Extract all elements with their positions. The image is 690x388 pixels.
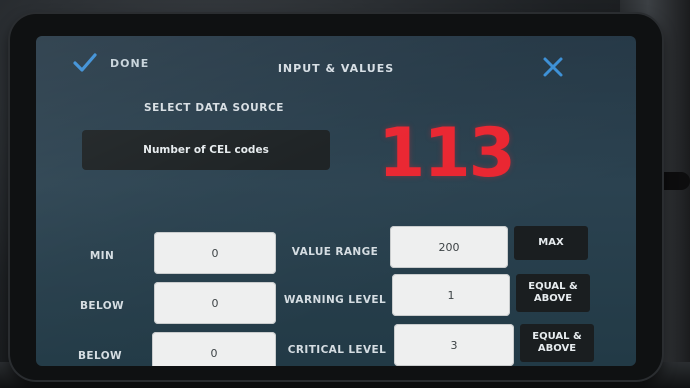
critical-level-input[interactable]: 3	[394, 324, 514, 366]
data-source-select[interactable]: Number of CEL codes	[82, 130, 330, 170]
critical-equal-above-label: EQUAL & ABOVE	[520, 324, 594, 362]
close-button[interactable]	[542, 56, 564, 78]
warning-below-label: BELOW	[80, 300, 124, 312]
warning-level-input[interactable]: 1	[392, 274, 510, 316]
warning-below-input[interactable]: 0	[154, 282, 276, 324]
data-source-label: SELECT DATA SOURCE	[144, 102, 285, 114]
max-label: MAX	[514, 226, 588, 260]
warning-equal-above-label: EQUAL & ABOVE	[516, 274, 590, 312]
live-value-readout: 113	[378, 114, 516, 193]
header-bar: DONE INPUT & VALUES	[36, 36, 636, 88]
critical-level-label: CRITICAL LEVEL	[287, 344, 387, 356]
tablet-device: DONE INPUT & VALUES SELECT DATA SOURCE N…	[10, 14, 662, 380]
close-icon	[543, 57, 563, 77]
min-label: MIN	[89, 250, 115, 262]
max-value-input[interactable]: 200	[390, 226, 508, 268]
data-source-value: Number of CEL codes	[143, 144, 269, 156]
warning-level-label: WARNING LEVEL	[283, 294, 387, 306]
critical-below-label: BELOW	[78, 350, 122, 362]
critical-below-input[interactable]: 0	[152, 332, 276, 366]
value-range-label: VALUE RANGE	[291, 246, 379, 258]
min-value-input[interactable]: 0	[154, 232, 276, 274]
screen: DONE INPUT & VALUES SELECT DATA SOURCE N…	[36, 36, 636, 366]
